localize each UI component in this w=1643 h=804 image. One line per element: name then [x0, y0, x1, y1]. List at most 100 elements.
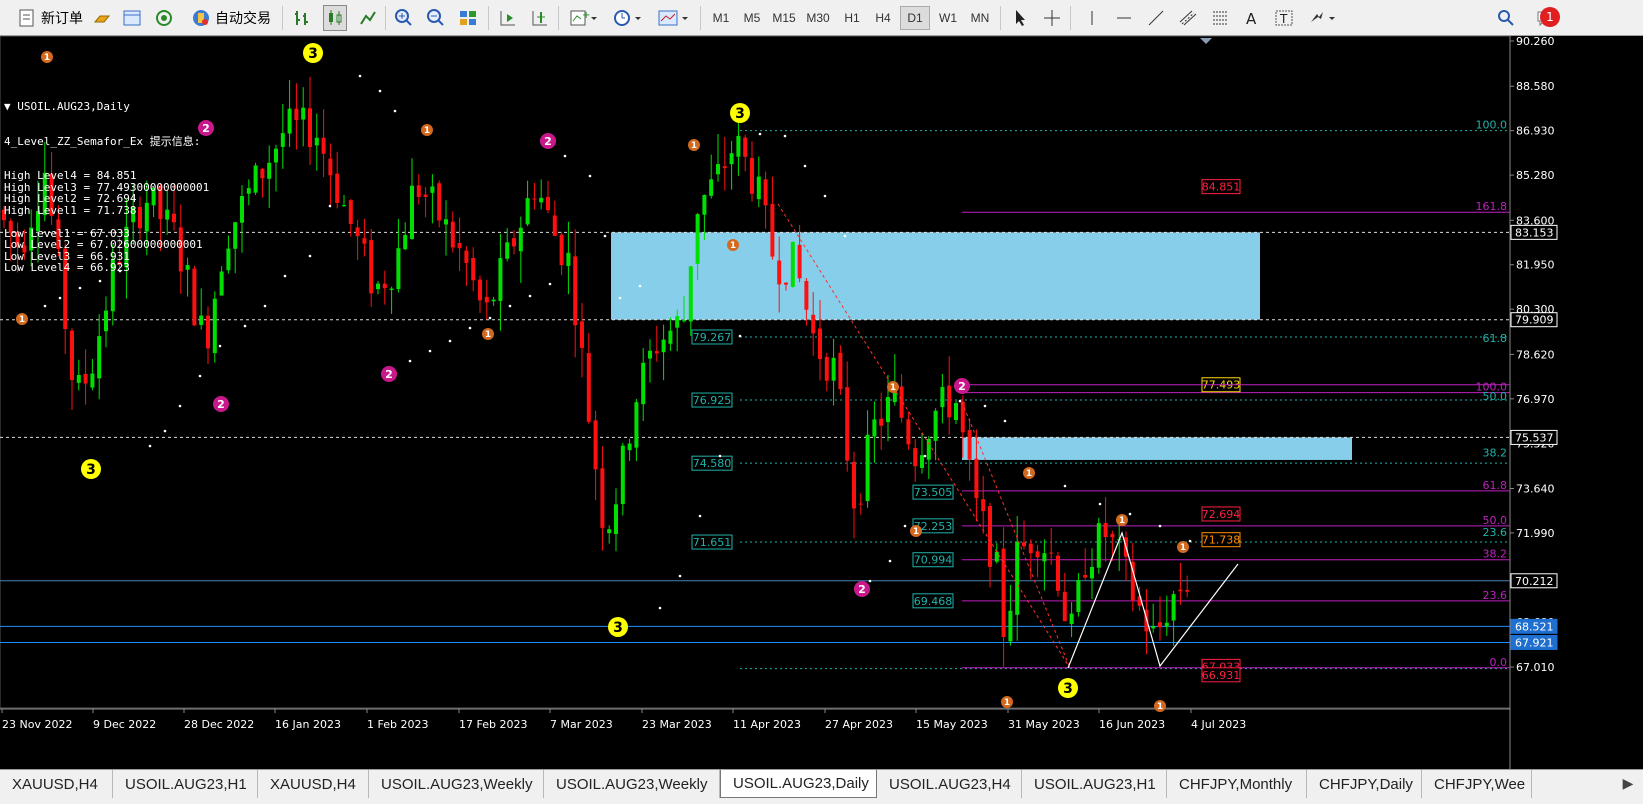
bearish-candle [586, 353, 591, 422]
chart-area[interactable]: 100.0 161.8 61.8 100.0 50.0 38.2 61.8 50.0 23.6 3… [0, 36, 1582, 769]
sar-dot [358, 74, 362, 78]
data-window-button[interactable] [120, 5, 144, 31]
bullish-candle [444, 219, 448, 225]
bullish-candle [403, 234, 408, 250]
chart-tab[interactable]: CHFJPY,Wee [1422, 770, 1532, 798]
bearish-candle [450, 221, 455, 248]
candlestick-chart-button[interactable] [323, 5, 347, 31]
bullish-candle [1015, 542, 1020, 615]
fib-price-label: 70.994 [914, 554, 953, 567]
horizontal-line-tool-button[interactable] [1112, 5, 1136, 31]
chart-tabs-bar: XAUUSD,H4 USOIL.AUG23,H1 XAUUSD,H4 USOIL.AU… [0, 769, 1643, 804]
bearish-candle [478, 279, 482, 301]
sar-dot [758, 132, 762, 136]
text-tool-button[interactable]: A [1240, 5, 1264, 31]
timeframe-h4-button[interactable]: H4 [868, 6, 898, 30]
chart-tab[interactable]: USOIL.AUG23,Daily [720, 770, 877, 798]
chart-tab[interactable]: USOIL.AUG23,Weekly [544, 770, 720, 798]
sar-dot [958, 399, 962, 403]
cursor-tool-button[interactable] [1008, 5, 1032, 31]
timeframe-w1-button[interactable]: W1 [933, 6, 963, 30]
templates-dropdown[interactable] [654, 5, 694, 31]
search-button[interactable] [1494, 5, 1518, 31]
channel-tool-button[interactable] [1176, 5, 1200, 31]
chart-shift-button[interactable] [496, 5, 520, 31]
zoom-in-button[interactable] [392, 5, 416, 31]
semafor-level-number: 2 [217, 398, 225, 411]
bullish-candle [607, 529, 612, 534]
bearish-candle [1062, 591, 1067, 622]
fib-level-percent-label: 61.8 [1483, 479, 1508, 492]
timeframe-m5-button[interactable]: M5 [737, 6, 767, 30]
crosshair-tool-button[interactable] [1040, 5, 1064, 31]
sar-dot [718, 454, 722, 458]
market-watch-button[interactable] [90, 5, 114, 31]
chart-tab[interactable]: USOIL.AUG23,H4 [877, 770, 1022, 798]
timeframe-m15-button[interactable]: M15 [769, 6, 799, 30]
chart-tab[interactable]: USOIL.AUG23,Weekly [369, 770, 544, 798]
chart-tab[interactable]: CHFJPY,Daily [1307, 770, 1422, 798]
candlestick-chart[interactable]: 100.0161.861.8100.050.038.261.850.023.63… [0, 36, 1582, 769]
bullish-candle [233, 222, 238, 249]
bullish-candle [920, 455, 924, 468]
fib-price-label: 71.651 [693, 536, 732, 549]
chart-tab[interactable]: USOIL.AUG23,H1 [1022, 770, 1167, 798]
bullish-candle [641, 362, 646, 405]
bullish-candle [933, 410, 938, 441]
sar-dot [983, 404, 987, 408]
chart-tab[interactable]: CHFJPY,Monthly [1167, 770, 1307, 798]
sar-dot [58, 296, 62, 300]
chart-shift-icon [500, 11, 515, 26]
semafor-level-value: 72.694 [1202, 508, 1241, 521]
bullish-candle [301, 107, 306, 120]
bullish-candle [389, 288, 394, 290]
semafor-level-number: 3 [613, 620, 623, 636]
timeframe-h1-button[interactable]: H1 [837, 6, 867, 30]
timeframe-m30-button[interactable]: M30 [803, 6, 833, 30]
vertical-line-tool-button[interactable] [1080, 5, 1104, 31]
arrows-dropdown[interactable] [1304, 5, 1340, 31]
new-order-button[interactable]: 新订单 [10, 5, 90, 31]
fibonacci-tool-button[interactable] [1208, 5, 1232, 31]
toolbar-separator [1000, 6, 1001, 30]
bullish-candle [566, 252, 571, 266]
periods-dropdown[interactable] [610, 5, 646, 31]
bullish-candle [90, 373, 95, 388]
chart-tab[interactable]: USOIL.AUG23,H1 [113, 770, 258, 798]
date-axis-label: 16 Jan 2023 [275, 718, 341, 731]
bullish-candle [226, 248, 231, 271]
sar-dot [218, 344, 222, 348]
bearish-candle [818, 328, 822, 360]
timeframe-d1-button[interactable]: D1 [900, 6, 930, 30]
tile-windows-button[interactable] [456, 5, 480, 31]
bullish-candle [886, 397, 890, 423]
fib-price-label: 76.925 [693, 394, 732, 407]
toolbar-separator [1070, 6, 1071, 30]
bullish-candle [1008, 610, 1013, 642]
auto-trading-button[interactable]: 自动交易 [186, 5, 276, 31]
zoom-out-button[interactable] [424, 5, 448, 31]
navigator-button[interactable] [152, 5, 176, 31]
timeframe-mn-button[interactable]: MN [965, 6, 995, 30]
bearish-candle [423, 194, 428, 197]
date-axis-label: 9 Dec 2022 [93, 718, 156, 731]
chart-tab[interactable]: XAUUSD,H4 [0, 770, 113, 798]
bearish-candle [362, 238, 367, 244]
indicators-dropdown[interactable]: + [566, 5, 602, 31]
tabs-scroll-right-icon[interactable]: ▶ [1620, 774, 1636, 794]
bar-chart-icon [295, 11, 308, 25]
bar-chart-button[interactable] [290, 5, 314, 31]
semafor-level-number: 2 [385, 368, 393, 381]
semafor-marker: 3 [730, 103, 750, 123]
timeframe-m1-button[interactable]: M1 [706, 6, 736, 30]
bullish-candle [518, 227, 523, 252]
toolbar-separator [488, 6, 489, 30]
chart-tab[interactable]: XAUUSD,H4 [258, 770, 369, 798]
fib-level-percent-label: 50.0 [1483, 390, 1508, 403]
trendline-tool-button[interactable] [1144, 5, 1168, 31]
notifications-button[interactable]: 1 [1526, 5, 1566, 31]
text-label-tool-button[interactable]: T [1272, 5, 1296, 31]
line-chart-button[interactable] [356, 5, 380, 31]
sar-dot [508, 304, 512, 308]
auto-scroll-button[interactable] [528, 5, 552, 31]
